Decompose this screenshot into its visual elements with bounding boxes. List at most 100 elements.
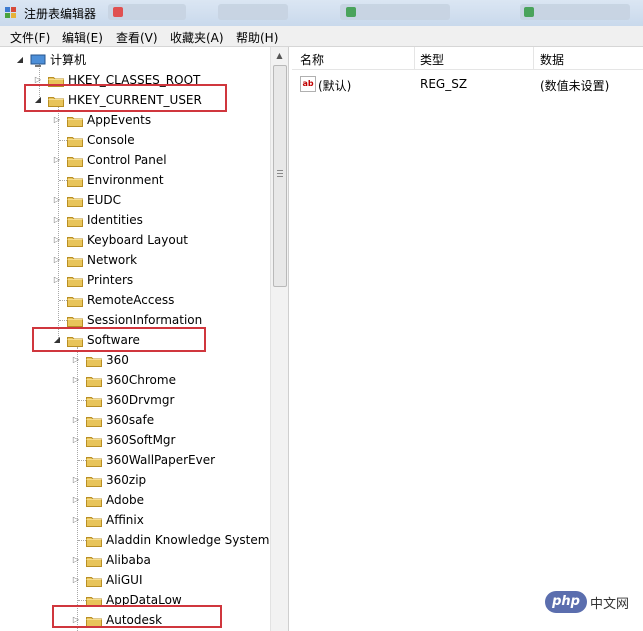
expand-arrow-icon[interactable]: ▷ (72, 431, 80, 449)
menu-file[interactable]: 文件(F) (10, 29, 50, 46)
menu-bar: 文件(F) 编辑(E) 查看(V) 收藏夹(A) 帮助(H) (0, 26, 643, 47)
tree-item-alibaba[interactable]: ▷ Alibaba (0, 551, 270, 569)
blurred-icon (346, 7, 356, 17)
folder-icon (67, 314, 83, 327)
title-bar: 注册表编辑器 (0, 0, 643, 27)
tree-item-eudc[interactable]: ▷ EUDC (0, 191, 270, 209)
tree-item-label: Identities (87, 213, 143, 227)
collapse-arrow-icon[interactable]: ◢ (16, 51, 24, 69)
menu-favorites[interactable]: 收藏夹(A) (170, 29, 224, 46)
string-value-icon: ab (300, 76, 316, 92)
value-name: (默认) (318, 79, 352, 93)
tree-item-aligui[interactable]: ▷ AliGUI (0, 571, 270, 589)
folder-icon (67, 154, 83, 167)
folder-icon (67, 214, 83, 227)
tree-item-environment[interactable]: Environment (0, 171, 270, 189)
tree-item-360safe[interactable]: ▷ 360safe (0, 411, 270, 429)
column-divider[interactable] (533, 47, 534, 69)
expand-arrow-icon[interactable]: ▷ (72, 551, 80, 569)
tree-item-label: Adobe (106, 493, 144, 507)
column-data[interactable]: 数据 (540, 51, 564, 68)
tree-item-360wallpaperever[interactable]: 360WallPaperEver (0, 451, 270, 469)
tree-item-label: 360safe (106, 413, 155, 427)
tree-item-aladdin-knowledge-systems[interactable]: Aladdin Knowledge Systems (0, 531, 276, 549)
tree-item-label: AppEvents (87, 113, 152, 127)
scroll-up-arrow-icon[interactable]: ▲ (271, 47, 288, 64)
menu-edit[interactable]: 编辑(E) (62, 29, 103, 46)
highlight-box-software (32, 327, 206, 352)
expand-arrow-icon[interactable]: ▷ (53, 191, 61, 209)
window-title: 注册表编辑器 (24, 7, 97, 21)
expand-arrow-icon[interactable]: ▷ (72, 371, 80, 389)
vertical-scrollbar[interactable]: ▲ (270, 47, 288, 631)
tree-item-console[interactable]: Console (0, 131, 270, 149)
tree-item-label: 360 (106, 353, 129, 367)
value-type: REG_SZ (420, 77, 468, 91)
expand-arrow-icon[interactable]: ▷ (72, 351, 80, 369)
tree-item-adobe[interactable]: ▷ Adobe (0, 491, 270, 509)
value-list[interactable]: 名称 类型 数据 ab (默认) REG_SZ (数值未设置) (292, 47, 643, 631)
expand-arrow-icon[interactable]: ▷ (72, 571, 80, 589)
expand-arrow-icon[interactable]: ▷ (53, 111, 61, 129)
menu-help[interactable]: 帮助(H) (236, 29, 278, 46)
column-type[interactable]: 类型 (420, 51, 444, 68)
tree-item-network[interactable]: ▷ Network (0, 251, 270, 269)
tree-item-360drvmgr[interactable]: 360Drvmgr (0, 391, 270, 409)
tree-item-360[interactable]: ▷ 360 (0, 351, 270, 369)
tree-item-keyboard-layout[interactable]: ▷ Keyboard Layout (0, 231, 270, 249)
blurred-taskbar-item (520, 4, 630, 20)
tree-item-label: 360Chrome (106, 373, 176, 387)
expand-arrow-icon[interactable]: ▷ (53, 271, 61, 289)
folder-icon (86, 534, 102, 547)
expand-arrow-icon[interactable]: ▷ (53, 211, 61, 229)
tree-item-identities[interactable]: ▷ Identities (0, 211, 270, 229)
registry-editor-icon (5, 7, 16, 18)
folder-icon (86, 574, 102, 587)
tree-item-label: EUDC (87, 193, 121, 207)
expand-arrow-icon[interactable]: ▷ (53, 231, 61, 249)
expand-arrow-icon[interactable]: ▷ (72, 491, 80, 509)
folder-icon (67, 134, 83, 147)
column-name[interactable]: 名称 (300, 51, 324, 68)
expand-arrow-icon[interactable]: ▷ (72, 411, 80, 429)
tree-item-label: 计算机 (50, 53, 87, 67)
menu-view[interactable]: 查看(V) (116, 29, 158, 46)
folder-icon (86, 454, 102, 467)
tree-item-label: Network (87, 253, 138, 267)
tree-item-360chrome[interactable]: ▷ 360Chrome (0, 371, 270, 389)
php-logo: php (545, 591, 587, 613)
column-header: 名称 类型 数据 (292, 47, 643, 70)
folder-icon (67, 274, 83, 287)
tree-item-printers[interactable]: ▷ Printers (0, 271, 270, 289)
folder-icon (86, 394, 102, 407)
folder-icon (86, 554, 102, 567)
blurred-taskbar-item (340, 4, 450, 20)
expand-arrow-icon[interactable]: ▷ (72, 471, 80, 489)
tree-item-360softmgr[interactable]: ▷ 360SoftMgr (0, 431, 270, 449)
folder-icon (67, 174, 83, 187)
folder-icon (86, 354, 102, 367)
expand-arrow-icon[interactable]: ▷ (53, 151, 61, 169)
tree-item-remoteaccess[interactable]: RemoteAccess (0, 291, 270, 309)
expand-arrow-icon[interactable]: ▷ (53, 251, 61, 269)
scroll-grip-icon (277, 170, 283, 178)
folder-icon (86, 414, 102, 427)
column-divider[interactable] (414, 47, 415, 69)
tree-item-appevents[interactable]: ▷ AppEvents (0, 111, 270, 129)
tree-item-control-panel[interactable]: ▷ Control Panel (0, 151, 270, 169)
highlight-box-hkcu (24, 84, 227, 112)
watermark-text: 中文网 (590, 597, 630, 612)
folder-icon (86, 434, 102, 447)
expand-arrow-icon[interactable]: ▷ (72, 511, 80, 529)
folder-icon (67, 234, 83, 247)
tree-item-label: Console (87, 133, 135, 147)
php-cn-watermark: php 中文网 (545, 589, 639, 615)
tree-item-360zip[interactable]: ▷ 360zip (0, 471, 270, 489)
tree-item-label: Aladdin Knowledge Systems (106, 533, 276, 547)
blurred-icon (113, 7, 123, 17)
folder-icon (86, 514, 102, 527)
tree-item-computer[interactable]: ◢ 计算机 (0, 51, 270, 69)
scroll-thumb[interactable] (273, 65, 287, 287)
tree-item-label: 360SoftMgr (106, 433, 176, 447)
tree-item-affinix[interactable]: ▷ Affinix (0, 511, 270, 529)
